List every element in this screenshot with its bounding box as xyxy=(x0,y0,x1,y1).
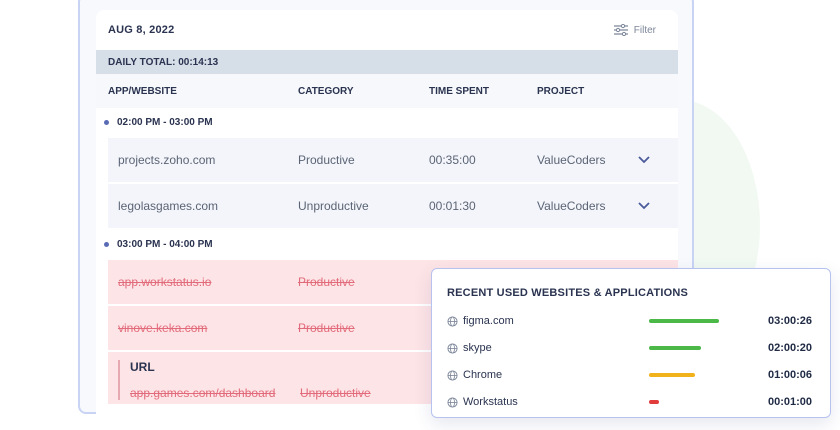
usage-bar xyxy=(649,373,695,377)
row-category: Productive xyxy=(298,153,355,167)
row-project: ValueCoders xyxy=(537,153,606,167)
globe-icon xyxy=(447,342,458,354)
time-slot-header: 03:00 PM - 04:00 PM xyxy=(96,230,678,258)
recent-app-name: Workstatus xyxy=(463,396,518,408)
row-category: Unproductive xyxy=(298,199,369,213)
table-row[interactable]: legolasgames.com Unproductive 00:01:30 V… xyxy=(108,184,678,228)
chevron-down-icon[interactable] xyxy=(637,155,651,165)
row-time: 00:01:30 xyxy=(429,199,476,213)
row-category: Productive xyxy=(298,321,355,335)
row-category: Productive xyxy=(298,275,355,289)
row-app: projects.zoho.com xyxy=(118,153,216,167)
row-time: 00:35:00 xyxy=(429,153,476,167)
globe-icon xyxy=(447,369,458,381)
recent-app-row[interactable]: figma.com 03:00:26 xyxy=(447,311,817,331)
recent-apps-card: RECENT USED WEBSITES & APPLICATIONS figm… xyxy=(431,268,831,418)
column-headers: APP/WEBSITE CATEGORY TIME SPENT PROJECT xyxy=(96,74,678,108)
daily-total-bar: DAILY TOTAL: 00:14:13 xyxy=(96,50,678,74)
time-slot-header: 02:00 PM - 03:00 PM xyxy=(96,108,678,136)
recent-app-time: 01:00:06 xyxy=(767,369,812,381)
globe-icon xyxy=(447,315,458,327)
recent-app-time: 00:01:00 xyxy=(767,396,812,408)
column-header-category: CATEGORY xyxy=(298,85,354,97)
time-slot-label: 03:00 PM - 04:00 PM xyxy=(117,238,213,250)
globe-icon xyxy=(447,396,458,408)
recent-app-name: figma.com xyxy=(463,315,514,327)
recent-app-row[interactable]: skype 02:00:20 xyxy=(447,338,817,358)
recent-app-time: 02:00:20 xyxy=(767,342,812,354)
sliders-icon xyxy=(613,24,628,36)
timeline-dot xyxy=(104,119,109,125)
filter-label: Filter xyxy=(633,24,656,36)
chevron-down-icon[interactable] xyxy=(637,201,651,211)
recent-app-row[interactable]: Chrome 01:00:06 xyxy=(447,365,817,385)
column-header-app: APP/WEBSITE xyxy=(108,85,177,97)
panel-header: AUG 8, 2022 Filter xyxy=(96,10,678,50)
column-header-project: PROJECT xyxy=(537,85,585,97)
timeline-dot xyxy=(104,241,109,247)
usage-bar xyxy=(649,319,719,323)
recent-app-time: 03:00:26 xyxy=(767,315,812,327)
table-row[interactable]: projects.zoho.com Productive 00:35:00 Va… xyxy=(108,138,678,182)
time-slot-label: 02:00 PM - 03:00 PM xyxy=(117,116,213,128)
url-category: Unproductive xyxy=(300,386,371,400)
row-app: vinove.keka.com xyxy=(118,321,208,335)
url-value[interactable]: app.games.com/dashboard xyxy=(130,386,300,400)
date-label: AUG 8, 2022 xyxy=(108,24,175,36)
usage-bar xyxy=(649,346,701,350)
recent-app-name: skype xyxy=(463,342,492,354)
filter-button[interactable]: Filter xyxy=(613,24,656,36)
recent-app-name: Chrome xyxy=(463,369,503,381)
row-app: app.workstatus.io xyxy=(118,275,212,289)
recent-app-row[interactable]: Workstatus 00:01:00 xyxy=(447,392,817,412)
usage-bar xyxy=(649,400,659,404)
recent-apps-title: RECENT USED WEBSITES & APPLICATIONS xyxy=(447,287,689,299)
daily-total: DAILY TOTAL: 00:14:13 xyxy=(108,56,219,68)
column-header-time: TIME SPENT xyxy=(429,85,490,97)
row-project: ValueCoders xyxy=(537,199,606,213)
row-app: legolasgames.com xyxy=(118,199,219,213)
